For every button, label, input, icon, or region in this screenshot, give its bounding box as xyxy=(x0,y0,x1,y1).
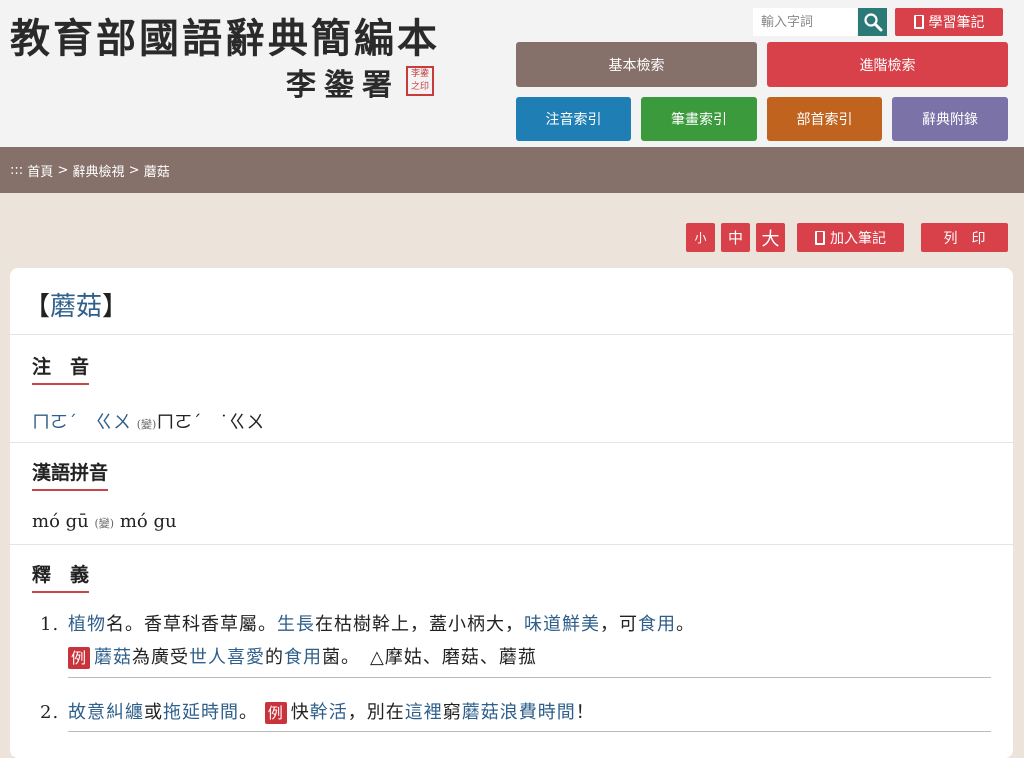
bracket-close: 】 xyxy=(102,292,129,322)
breadcrumb-separator: > xyxy=(57,162,69,178)
word-link[interactable]: 喜愛 xyxy=(227,647,265,668)
word-link[interactable]: 生長 xyxy=(277,614,315,635)
print-button[interactable]: 列 印 xyxy=(921,223,1008,252)
definition-item: 2. 故意糾纏或拖延時間。 例快幹活，別在這裡窮蘑菇浪費時間！ xyxy=(40,698,595,724)
font-medium-button[interactable]: 中 xyxy=(721,223,750,252)
add-note-button[interactable]: 加入筆記 xyxy=(797,223,904,252)
definition-text: 在枯樹幹上，蓋小柄大， xyxy=(315,614,524,635)
zhuyin-main: ㄇㄛˊ ㄍㄨ xyxy=(32,412,131,433)
learning-notes-label: 學習筆記 xyxy=(928,15,985,31)
example-text: 快 xyxy=(290,702,310,723)
example-text: 菌。 △摩姑、磨菇、蘑菰 xyxy=(322,647,537,668)
word-link[interactable]: 時間 xyxy=(538,702,576,723)
word-link[interactable]: 食用 xyxy=(638,614,676,635)
example-text: 窮 xyxy=(442,702,462,723)
search-icon xyxy=(863,13,882,32)
example-badge-icon: 例 xyxy=(68,647,90,669)
notebook-icon xyxy=(815,230,825,245)
advanced-search-button[interactable]: 進階檢索 xyxy=(767,42,1008,87)
word-link[interactable]: 鮮美 xyxy=(562,614,600,635)
word-link[interactable]: 植物 xyxy=(68,614,106,635)
entry-headword: 【蘑菇】 xyxy=(24,286,128,323)
example-text: ，別在 xyxy=(347,702,405,723)
definition-item: 1. 植物名。香草科香草屬。生長在枯樹幹上，蓋小柄大，味道鮮美，可食用。 xyxy=(40,610,695,636)
basic-search-button[interactable]: 基本檢索 xyxy=(516,42,757,87)
breadcrumb-view-link[interactable]: 辭典檢視 xyxy=(72,161,124,180)
variant-mark: (變) xyxy=(94,517,115,530)
stroke-index-button[interactable]: 筆畫索引 xyxy=(641,97,757,141)
search-input[interactable] xyxy=(753,8,857,36)
breadcrumb-home-link[interactable]: 首頁 xyxy=(27,161,53,180)
logo-calligrapher: 李鍌署 xyxy=(286,68,400,103)
word-link[interactable]: 拖延 xyxy=(163,702,201,723)
breadcrumb: ::: 首頁 > 辭典檢視 > 蘑菇 xyxy=(0,147,1024,193)
word-link[interactable]: 世人 xyxy=(189,647,227,668)
learning-notes-button[interactable]: 學習筆記 xyxy=(895,8,1003,36)
site-logo-title[interactable]: 教育部國語辭典簡編本 xyxy=(10,6,440,64)
word-link[interactable]: 糾纏 xyxy=(106,702,144,723)
word-link[interactable]: 這裡 xyxy=(405,702,443,723)
example-text: 的 xyxy=(265,647,284,668)
site-header: 教育部國語辭典簡編本 李鍌署 李鍌之印 學習筆記 基本檢索 進階檢索 注音索引 … xyxy=(0,0,1024,147)
definition-number: 2. xyxy=(40,702,60,723)
example-sentence: 例蘑菇為廣受世人喜愛的食用菌。 △摩姑、磨菇、蘑菰 xyxy=(68,643,537,669)
word-link[interactable]: 時間 xyxy=(201,702,239,723)
definition-number: 1. xyxy=(40,614,60,635)
definition-text: ，可 xyxy=(600,614,638,635)
search-button[interactable] xyxy=(858,8,887,36)
radical-index-button[interactable]: 部首索引 xyxy=(767,97,882,141)
word-link[interactable]: 味道 xyxy=(524,614,562,635)
variant-mark: (變) xyxy=(136,418,157,431)
entry-card: 【蘑菇】 注 音 ㄇㄛˊ ㄍㄨ (變)ㄇㄛˊ ˙ㄍㄨ 漢語拼音 mó gū (變… xyxy=(10,268,1013,758)
word-link[interactable]: 蘑菇 xyxy=(94,647,132,668)
definition-underline xyxy=(68,677,991,678)
pinyin-reading: mó gū (變) mó gu xyxy=(32,511,177,532)
word-link[interactable]: 食用 xyxy=(284,647,322,668)
word-link[interactable]: 故意 xyxy=(68,702,106,723)
font-large-button[interactable]: 大 xyxy=(756,223,785,252)
definition-text: 。 xyxy=(676,614,695,635)
divider xyxy=(10,544,1013,545)
headword-text: 蘑菇 xyxy=(50,292,103,322)
breadcrumb-prefix: ::: xyxy=(10,162,24,178)
word-link[interactable]: 幹活 xyxy=(310,702,348,723)
definition-text: 。 xyxy=(239,702,265,723)
font-small-button[interactable]: 小 xyxy=(686,223,715,252)
example-badge-icon: 例 xyxy=(264,702,287,724)
zhuyin-index-button[interactable]: 注音索引 xyxy=(516,97,631,141)
zhuyin-variant: ㄇㄛˊ ˙ㄍㄨ xyxy=(156,412,265,433)
pinyin-main: mó gū xyxy=(32,511,89,532)
add-note-label: 加入筆記 xyxy=(830,230,886,247)
definition-text: 或 xyxy=(144,702,163,723)
divider xyxy=(10,334,1013,335)
example-text: 為廣受 xyxy=(132,647,189,668)
bracket-open: 【 xyxy=(24,292,51,322)
breadcrumb-current: 蘑菇 xyxy=(143,164,170,180)
pinyin-variant: mó gu xyxy=(119,511,177,532)
word-link[interactable]: 蘑菇 xyxy=(462,702,500,723)
divider xyxy=(10,442,1013,443)
zhuyin-section-title: 注 音 xyxy=(32,352,90,385)
pinyin-section-title: 漢語拼音 xyxy=(32,458,109,491)
zhuyin-reading: ㄇㄛˊ ㄍㄨ (變)ㄇㄛˊ ˙ㄍㄨ xyxy=(32,408,264,434)
notebook-icon xyxy=(913,15,924,29)
appendix-button[interactable]: 辭典附錄 xyxy=(892,97,1008,141)
definition-text: 名。香草科香草屬。 xyxy=(106,614,277,635)
seal-stamp-icon: 李鍌 之印 xyxy=(406,66,434,96)
definition-underline xyxy=(68,731,991,732)
example-text: ！ xyxy=(575,702,595,723)
breadcrumb-separator: > xyxy=(128,162,140,178)
definition-section-title: 釋 義 xyxy=(32,560,90,593)
word-link[interactable]: 浪費 xyxy=(500,702,538,723)
